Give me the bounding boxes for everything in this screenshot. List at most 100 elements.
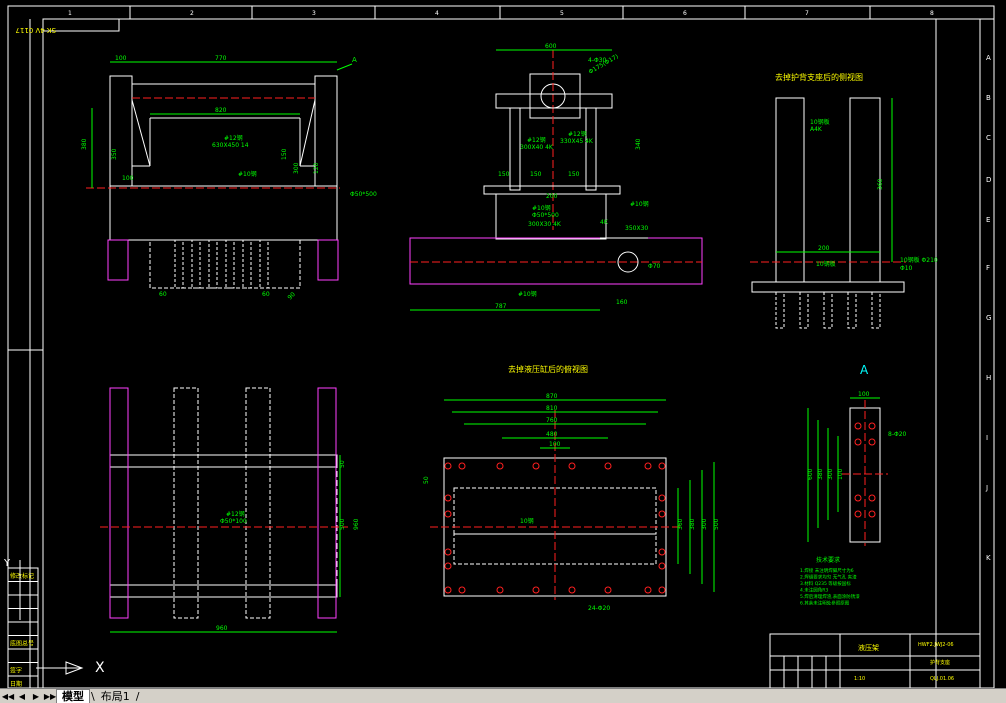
dim-text: 600: [807, 468, 814, 480]
bolt-hole-icon: [658, 494, 666, 502]
dim-text: 200: [818, 245, 830, 252]
zone-letter: C: [986, 134, 991, 142]
bolt-hole-icon: [444, 510, 452, 518]
zone-letter: F: [986, 264, 990, 272]
leader-label: A: [352, 56, 357, 64]
first-tab-icon[interactable]: ◀◀: [2, 690, 14, 702]
zone-letter: D: [986, 176, 991, 184]
dim-text: 380: [81, 138, 88, 150]
notes-title: 技术要求: [816, 556, 840, 564]
bolt-hole-icon: [604, 462, 612, 470]
leader-label: 24-Φ20: [588, 605, 610, 612]
bolt-hole-icon: [496, 462, 504, 470]
dim-text: 770: [215, 55, 227, 62]
bolt-hole-icon: [458, 586, 466, 594]
dim-text: 100: [122, 175, 134, 182]
zone-letter: I: [986, 434, 988, 442]
leader-label: 10钢板 Φ210: [900, 256, 938, 264]
bolt-hole-icon: [444, 462, 452, 470]
zone-letter: A: [986, 54, 991, 62]
dim-text: 350: [111, 148, 118, 160]
leader-label: #12钢: [568, 130, 587, 138]
zone-number: 1: [68, 10, 72, 17]
bottom-column: [173, 387, 199, 619]
revision-cell: [7, 648, 39, 663]
front-right-foot: [317, 239, 339, 281]
bolt-hole-icon: [444, 548, 452, 556]
revision-cell-text: 修改标记: [10, 572, 34, 580]
side-beam: [409, 237, 703, 285]
dim-text: 360: [677, 518, 684, 530]
tab-model[interactable]: 模型: [56, 689, 90, 703]
bolt-hole-icon: [458, 462, 466, 470]
zone-number: 4: [435, 10, 439, 17]
front-brace: [299, 99, 316, 167]
dim-text: 100: [837, 468, 844, 480]
cad-drawing-canvas[interactable]: 1 2 3 4 5 6 7 8 A B C D E F G H I J K SK 4V 0117 修改标记 底图总号 签字日…: [0, 0, 1006, 688]
view-title: 去掉液压缸后的俯视图: [508, 364, 588, 374]
zone-letter: E: [986, 216, 990, 224]
rear-rod: [823, 291, 833, 329]
tab-layout1[interactable]: 布局1: [96, 690, 135, 703]
bolt-hole-icon: [854, 494, 862, 502]
dim-text: 870: [546, 393, 558, 400]
dim-text: Φ70: [648, 263, 661, 270]
bolt-hole-icon: [658, 586, 666, 594]
leader-label: Φ50*100: [220, 518, 247, 525]
leader-label: 8-Φ20: [888, 431, 907, 438]
side-web-right: [585, 107, 597, 191]
bolt-hole-icon: [854, 510, 862, 518]
bolt-hole-icon: [532, 586, 540, 594]
front-left-post: [109, 75, 133, 187]
title-block-scale: 1:10: [854, 676, 865, 682]
dim-text: 100: [858, 391, 870, 398]
notes-line: 2.焊缝要求均匀 无气孔 夹渣: [800, 574, 857, 581]
title-block-sheet: QLJ.01.06: [930, 676, 954, 682]
front-rod: [225, 239, 235, 289]
dim-text: 150: [530, 171, 542, 178]
rear-rod: [871, 291, 881, 329]
zone-number: 7: [805, 10, 809, 17]
side-lug: [529, 73, 581, 119]
front-brace: [131, 99, 151, 167]
leader-label: Φ50*500: [532, 212, 559, 219]
bottom-frame: [109, 454, 338, 598]
dim-text: 380: [817, 468, 824, 480]
scale-note: SK 4V 0117: [15, 26, 56, 34]
view-title: 去掉护背支座后的侧视图: [775, 72, 863, 82]
dim-text: 960: [353, 518, 360, 530]
dim-text: 160: [616, 299, 628, 306]
rear-base-plate: [751, 281, 905, 293]
dim-text: 810: [546, 405, 558, 412]
dim-text: 960: [216, 625, 228, 632]
tab-separator: /: [135, 689, 140, 703]
dim-text: 360: [877, 178, 884, 190]
dim-text: 150: [281, 148, 288, 160]
drawing-svg[interactable]: 1 2 3 4 5 6 7 8 A B C D E F G H I J K SK 4V 0117 修改标记底图总号签字日…: [0, 0, 1006, 688]
dim-text: 300: [701, 518, 708, 530]
dim-text: 300: [293, 162, 300, 174]
leader-label: A4K: [810, 126, 823, 133]
revision-cell: [7, 608, 39, 623]
zone-letter: G: [986, 314, 991, 322]
dim-text: 787: [495, 303, 507, 310]
side-web-left: [509, 107, 521, 191]
leader-line: [336, 63, 353, 71]
zone-number: 3: [312, 10, 316, 17]
bolt-hole-icon: [604, 586, 612, 594]
next-tab-icon[interactable]: ▶: [30, 690, 42, 702]
revision-cell-text: 日期: [10, 680, 22, 688]
dim-text: 60: [159, 291, 167, 298]
leader-label: Φ50*500: [350, 191, 377, 198]
bottom-top-rail: [109, 454, 338, 468]
bolt-hole-icon: [444, 562, 452, 570]
bolt-hole-icon: [658, 462, 666, 470]
last-tab-icon[interactable]: ▶▶: [44, 690, 56, 702]
bottom-bottom-rail: [109, 584, 338, 598]
bolt-hole-icon: [568, 462, 576, 470]
front-base-rect: [109, 185, 338, 241]
prev-tab-icon[interactable]: ◀: [16, 690, 28, 702]
bolt-hole-icon: [444, 586, 452, 594]
bolt-hole-icon: [496, 586, 504, 594]
bolt-hole-icon: [644, 462, 652, 470]
